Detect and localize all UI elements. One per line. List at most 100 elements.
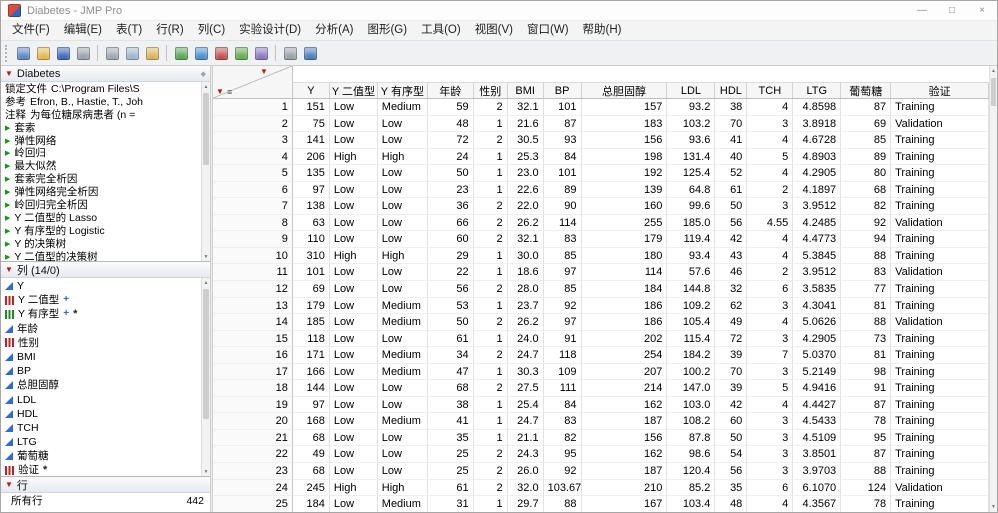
table-cell[interactable]: Low [329, 363, 378, 381]
table-cell[interactable]: Low [329, 165, 378, 182]
table-cell[interactable]: 26.0 [507, 463, 544, 480]
table-cell[interactable]: 179 [581, 231, 668, 248]
table-cell[interactable]: 46 [715, 264, 748, 282]
columns-list-item[interactable]: 年龄 [5, 322, 200, 336]
table-cell[interactable]: Low [329, 314, 378, 331]
table-cell[interactable]: 68 [427, 380, 474, 397]
table-cell[interactable]: 95 [841, 429, 892, 447]
table-cell[interactable]: 141 [292, 132, 330, 149]
table-cell[interactable]: 4.3567 [793, 496, 842, 512]
table-cell[interactable]: 186 [581, 314, 668, 331]
table-cell[interactable]: 168 [292, 413, 330, 430]
table-cell[interactable]: Low [329, 231, 378, 248]
table-cell[interactable]: 97 [292, 181, 330, 199]
table-cell[interactable]: 118 [543, 347, 582, 364]
scrollbar-thumb[interactable] [203, 289, 209, 419]
distribution-icon[interactable] [211, 43, 231, 63]
table-cell[interactable]: Training [891, 231, 989, 248]
menu-item[interactable]: 列(C) [191, 20, 232, 41]
maximize-button[interactable]: □ [937, 1, 967, 20]
column-header[interactable]: 验证 [891, 83, 990, 98]
table-cell[interactable]: Low [329, 446, 378, 464]
table-cell[interactable]: 1 [473, 413, 508, 430]
add-rows-icon[interactable] [171, 43, 191, 63]
table-cell[interactable]: Medium [377, 314, 428, 331]
table-cell[interactable]: Low [377, 231, 428, 248]
table-cell[interactable]: 60 [715, 413, 748, 430]
menu-item[interactable]: 编辑(E) [57, 20, 109, 41]
nominal-modeling-type-icon[interactable] [5, 338, 14, 348]
table-cell[interactable]: 4.4427 [793, 396, 842, 414]
table-cell[interactable]: 24.7 [507, 413, 544, 430]
table-cell[interactable]: 56 [715, 463, 748, 480]
continuous-modeling-type-icon[interactable] [5, 381, 13, 390]
column-header[interactable]: 年龄 [427, 83, 474, 98]
table-cell[interactable]: 4.2905 [793, 165, 842, 182]
table-cell[interactable]: Low [377, 198, 428, 215]
table-cell[interactable]: 36 [427, 198, 474, 215]
table-cell[interactable]: Low [377, 396, 428, 414]
row-number[interactable]: 6 [213, 181, 293, 199]
table-cell[interactable]: Training [891, 148, 989, 166]
table-cell[interactable]: 139 [581, 181, 668, 199]
table-cell[interactable]: 38 [427, 396, 474, 414]
table-cell[interactable]: Validation [891, 115, 989, 133]
table-cell[interactable]: 3.8501 [793, 446, 842, 464]
table-cell[interactable]: 81 [841, 347, 892, 364]
copy-icon[interactable] [122, 43, 142, 63]
table-cell[interactable]: 138 [292, 198, 330, 215]
table-cell[interactable]: Medium [377, 413, 428, 430]
table-cell[interactable]: 1 [473, 396, 508, 414]
table-cell[interactable]: 53 [427, 297, 474, 315]
cut-icon[interactable] [102, 43, 122, 63]
table-cell[interactable]: 5.3845 [793, 247, 842, 265]
run-script-icon[interactable]: ▶ [5, 189, 10, 196]
table-cell[interactable]: 4.5109 [793, 429, 842, 447]
table-cell[interactable]: 77 [841, 281, 892, 298]
selection-tool-icon[interactable] [280, 43, 300, 63]
table-cell[interactable]: Validation [891, 314, 989, 331]
row-number[interactable]: 5 [213, 165, 293, 182]
table-cell[interactable]: 2 [473, 132, 508, 149]
table-cell[interactable]: 310 [292, 247, 330, 265]
table-cell[interactable]: 92 [543, 297, 582, 315]
table-cell[interactable]: 108.2 [667, 413, 716, 430]
table-cell[interactable]: 2 [473, 99, 508, 116]
table-cell[interactable]: Training [891, 363, 989, 381]
table-cell[interactable]: 2 [473, 347, 508, 364]
table-cell[interactable]: 184 [581, 281, 668, 298]
table-cell[interactable]: Low [377, 330, 428, 348]
table-cell[interactable]: 114 [543, 214, 582, 232]
table-cell[interactable]: 98.6 [667, 446, 716, 464]
table-cell[interactable]: 93.6 [667, 132, 716, 149]
table-cell[interactable]: 69 [292, 281, 330, 298]
table-cell[interactable]: 32.1 [507, 231, 544, 248]
table-cell[interactable]: Low [329, 181, 378, 199]
table-cell[interactable]: 156 [581, 132, 668, 149]
table-cell[interactable]: 103.2 [667, 115, 716, 133]
table-cell[interactable]: 47 [427, 363, 474, 381]
table-cell[interactable]: 22.0 [507, 198, 544, 215]
row-number[interactable]: 13 [213, 297, 293, 315]
table-cell[interactable]: 110 [292, 231, 330, 248]
table-cell[interactable]: 1 [473, 429, 508, 447]
table-cell[interactable]: 61 [715, 181, 748, 199]
table-cell[interactable]: 5 [747, 148, 794, 166]
menu-item[interactable]: 表(T) [109, 20, 149, 41]
column-header[interactable]: HDL [715, 83, 748, 98]
table-cell[interactable]: 206 [292, 148, 330, 166]
table-cell[interactable]: 3 [747, 363, 794, 381]
scrollbar-thumb[interactable] [991, 78, 996, 106]
columns-menu-icon[interactable]: ▼ [260, 68, 268, 76]
row-number[interactable]: 18 [213, 380, 293, 397]
ordinal-modeling-type-icon[interactable] [5, 309, 14, 319]
scroll-up-icon[interactable]: ▲ [202, 278, 210, 287]
columns-panel-scrollbar[interactable]: ▲ ▼ [201, 278, 210, 476]
row-number[interactable]: 9 [213, 231, 293, 248]
vertical-scrollbar[interactable]: ▲ ▼ [989, 66, 997, 512]
table-cell[interactable]: 171 [292, 347, 330, 364]
column-header[interactable]: 性别 [473, 83, 508, 98]
table-cell[interactable]: 3 [747, 463, 794, 480]
table-cell[interactable]: 68 [292, 429, 330, 447]
red-triangle-menu-icon[interactable]: ▼ [5, 265, 13, 274]
